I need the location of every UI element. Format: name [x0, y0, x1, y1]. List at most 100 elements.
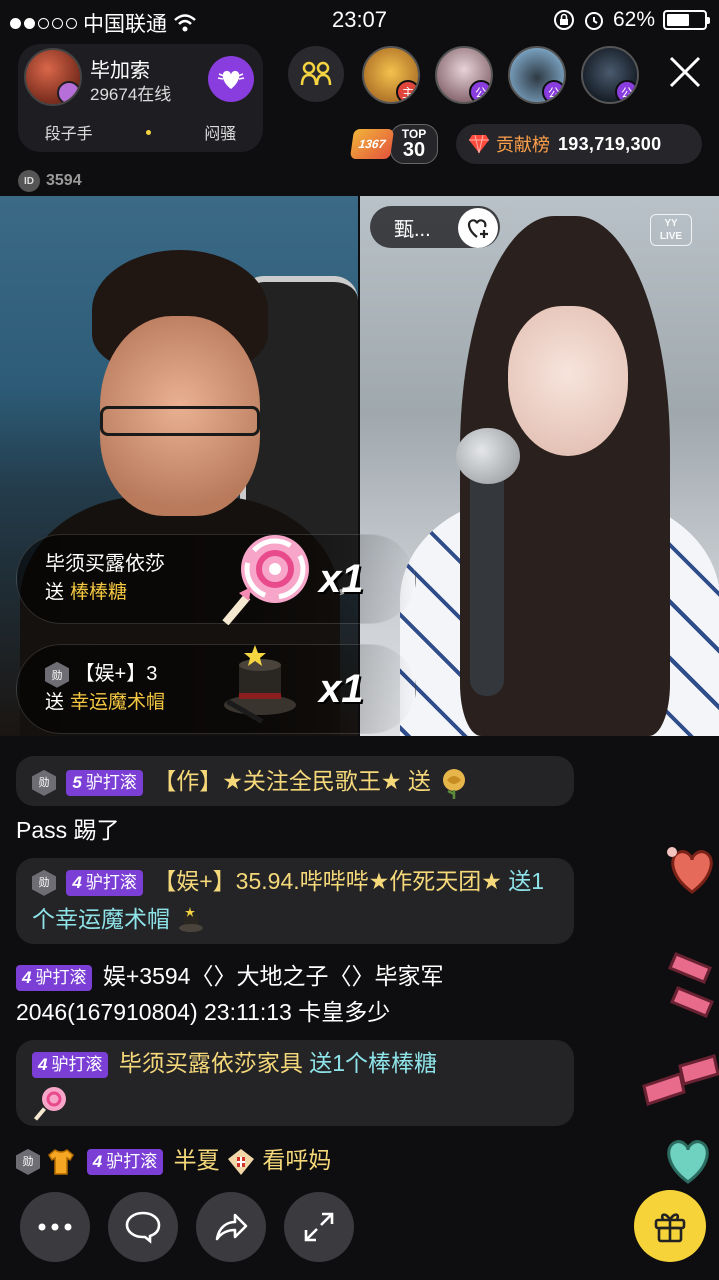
- medal-rank-icon: 勋: [45, 661, 69, 688]
- gift-banner: 毕须买露依莎 送棒棒糖 x1: [16, 534, 416, 625]
- viewer-avatar[interactable]: 公: [435, 46, 493, 104]
- status-right: 62%: [553, 8, 710, 32]
- gift-item-name: 幸运魔术帽: [70, 692, 166, 713]
- level-badge: 4 驴打滚: [16, 964, 93, 991]
- heart-wings-icon: [217, 70, 245, 89]
- contribution-label: 贡献榜: [496, 135, 550, 155]
- speech-bubble-icon: [125, 1211, 161, 1244]
- level-badge: 4 驴打滚: [32, 1051, 109, 1078]
- host-level-badge-icon: [57, 81, 80, 104]
- guest-follow-button[interactable]: [458, 208, 498, 248]
- chat-message: 勋 5 驴打滚 【作】★关注全民歌王★ 送: [16, 756, 574, 806]
- mic-link-button[interactable]: [288, 46, 344, 102]
- send-word: 送: [45, 692, 65, 713]
- level-label: 驴打滚: [51, 1054, 103, 1074]
- gift-send-line: 送幸运魔术帽: [45, 687, 165, 714]
- gift-sender-line: 勋 【娱+】3: [45, 657, 157, 688]
- share-button[interactable]: [196, 1192, 266, 1262]
- lollipop-icon: [222, 535, 309, 625]
- gift-count: x1: [319, 667, 364, 711]
- battery-icon: [663, 10, 710, 30]
- shirt-icon: [48, 1148, 75, 1175]
- guest-name: 甄...: [394, 218, 431, 241]
- viewer-role-badge: 公: [469, 80, 491, 102]
- host-name: 毕加索: [90, 60, 150, 82]
- medal-rank-icon: 勋: [32, 769, 56, 796]
- more-button[interactable]: [20, 1192, 90, 1262]
- room-id: ID 3594: [18, 170, 82, 192]
- mic-link-icon: [300, 61, 332, 86]
- close-icon: [669, 56, 701, 88]
- lollipop-icon: [33, 1086, 66, 1121]
- viewer-role-badge: 公: [615, 80, 637, 102]
- host-avatar[interactable]: [24, 48, 82, 106]
- viewer-avatar[interactable]: 公: [508, 46, 566, 104]
- host-tag: 闷骚: [204, 126, 237, 143]
- chat-message: 4 驴打滚 娱+3594〈〉大地之子〈〉毕家军2046(167910804) 23…: [16, 958, 576, 1030]
- badge-emblem-icon: [228, 1148, 255, 1175]
- gift-sender: 毕须买露依莎: [45, 553, 165, 575]
- contribution-value: 193,719,300: [558, 133, 662, 154]
- chat-message: Pass 踢了: [16, 817, 120, 843]
- rank-logo: 1367: [349, 129, 395, 159]
- gift-button[interactable]: [634, 1190, 706, 1262]
- chat-gift-text: 送1个棒棒糖: [309, 1050, 438, 1076]
- chat-message: 勋 4 驴打滚 【娱+】35.94.哔哔哔★作死天团★ 送1个幸运魔术帽: [16, 858, 574, 944]
- video-face: [508, 306, 628, 456]
- magic-hat-icon: [179, 906, 204, 932]
- level-label: 驴打滚: [85, 772, 137, 792]
- host-tag: 段子手: [44, 126, 93, 143]
- chat-text-2: 看呼妈: [262, 1147, 332, 1173]
- floating-heart-icon: [667, 1140, 709, 1184]
- level-label: 驴打滚: [106, 1151, 158, 1171]
- level-badge: 5 驴打滚: [66, 769, 143, 796]
- room-id-value: 3594: [46, 172, 82, 189]
- level-number: 5: [72, 772, 82, 792]
- level-number: 4: [72, 872, 82, 892]
- status-bar: 中国联通 23:07 62%: [0, 0, 719, 40]
- gift-count: x1: [319, 557, 364, 601]
- gift-item-name: 棒棒糖: [70, 582, 128, 603]
- viewer-avatar[interactable]: 公: [581, 46, 639, 104]
- guest-video[interactable]: [360, 196, 719, 736]
- follow-heart-button[interactable]: [208, 56, 254, 102]
- ellipsis-icon: [38, 1223, 72, 1231]
- level-number: 4: [38, 1054, 48, 1074]
- share-arrow-icon: [215, 1213, 248, 1241]
- floating-candy-icon: [642, 1054, 719, 1106]
- top-rank-badge[interactable]: 1367 TOP 30: [349, 124, 438, 164]
- floating-candy-icon: [668, 952, 714, 1018]
- yy-live-watermark: YY LIVE: [650, 214, 692, 246]
- viewer-avatar[interactable]: 主: [362, 46, 420, 104]
- heart-plus-icon: [467, 219, 488, 238]
- video-glasses: [100, 406, 260, 436]
- gift-sender: 【娱+】3: [74, 663, 158, 685]
- chat-text: 【娱+】35.94.哔哔哔★作死天团★: [153, 868, 502, 894]
- magic-hat-icon: [224, 645, 296, 724]
- tag-separator: [145, 129, 151, 135]
- top30-pill: TOP 30: [390, 124, 438, 164]
- level-label: 驴打滚: [85, 872, 137, 892]
- chat-input-button[interactable]: [108, 1192, 178, 1262]
- send-word: 送: [45, 582, 65, 603]
- contribution-ranking-button[interactable]: 贡献榜 193,719,300: [456, 124, 702, 164]
- level-number: 4: [92, 1151, 103, 1171]
- chat-text: 半夏: [173, 1147, 220, 1173]
- level-number: 4: [22, 967, 32, 987]
- host-tags: 段子手 闷骚: [18, 120, 263, 144]
- host-online-count: 29674在线: [90, 85, 172, 104]
- chat-message: 勋 4 驴打滚 半夏 看呼妈: [16, 1142, 331, 1178]
- level-badge: 4 驴打滚: [86, 1148, 164, 1175]
- fullscreen-button[interactable]: [284, 1192, 354, 1262]
- medal-rank-icon: 勋: [16, 1148, 40, 1175]
- viewer-role-badge: 主: [396, 80, 418, 102]
- gift-box-icon: [654, 1213, 686, 1243]
- host-card[interactable]: 毕加索 29674在线 段子手 闷骚: [18, 44, 263, 152]
- level-badge: 4 驴打滚: [66, 869, 143, 896]
- close-button[interactable]: [662, 54, 708, 100]
- rotation-lock-icon: [553, 10, 574, 30]
- chat-text: 毕须买露依莎家具: [118, 1050, 303, 1076]
- viewer-role-badge: 公: [542, 80, 564, 102]
- battery-percent: 62%: [612, 8, 655, 31]
- diamond-icon: [469, 134, 489, 154]
